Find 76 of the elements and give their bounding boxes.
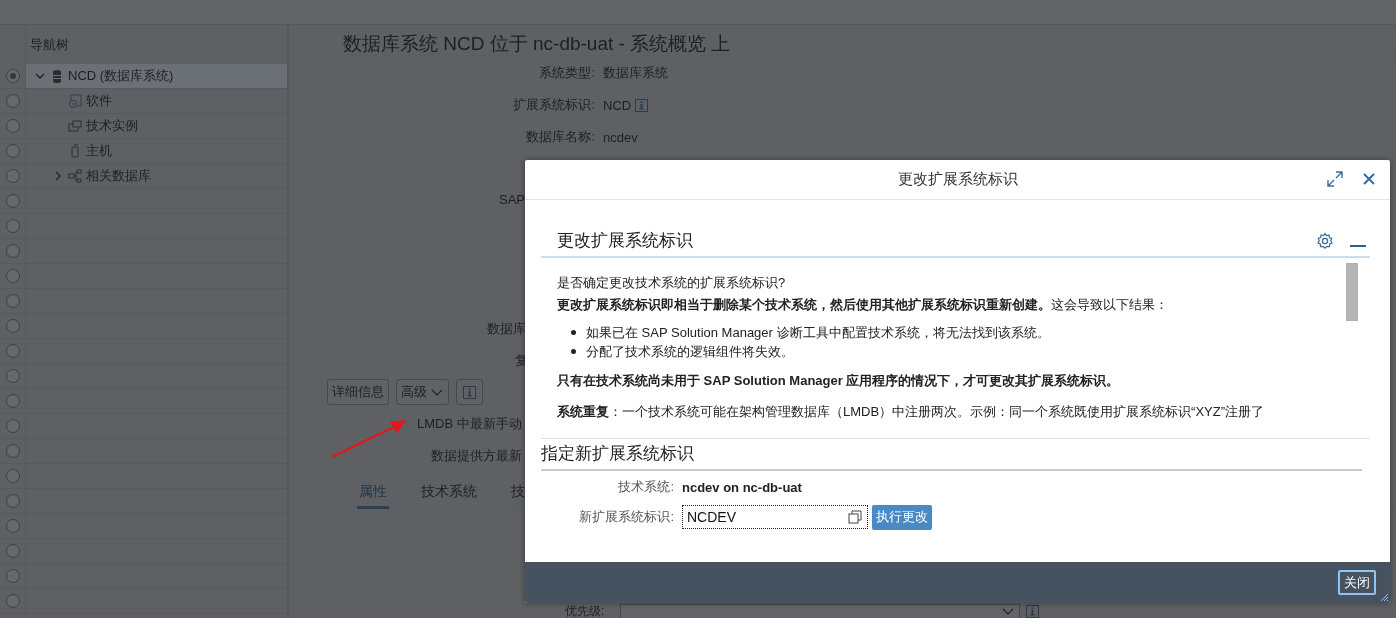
field-label: 数据提供方最新 (431, 447, 522, 465)
paragraph: 是否确定更改技术系统的扩展系统标识? (557, 274, 787, 292)
tree-header: 导航树 (30, 35, 69, 54)
radio-button[interactable] (5, 569, 20, 583)
caret-icon (1001, 606, 1015, 617)
radio-button[interactable] (5, 394, 20, 408)
field-value: NCD (603, 97, 632, 113)
caret-icon (430, 387, 444, 397)
field-label: 系统类型: (538, 64, 596, 82)
radio-button[interactable] (5, 494, 20, 508)
dialog-title: 更改扩展系统标识 (897, 170, 1018, 189)
info-icon (463, 385, 476, 399)
section-title: 指定新扩展系统标识 (541, 439, 1362, 471)
radio-button[interactable] (5, 544, 20, 558)
bullet-icon (571, 330, 576, 335)
field-label: 数据库 (487, 320, 526, 338)
radio-button[interactable] (5, 269, 20, 283)
close-button[interactable]: 关闭 (1338, 570, 1376, 595)
radio-button[interactable] (5, 444, 20, 458)
field-label: 优先级: (565, 604, 606, 618)
info-icon (1026, 604, 1039, 618)
tab[interactable]: 技术系统 (419, 478, 479, 509)
field-label: SAP (499, 191, 525, 207)
tab[interactable]: 技 (509, 478, 527, 509)
disc-window-icon (68, 94, 82, 108)
radio-button[interactable] (5, 119, 20, 133)
radio-button[interactable] (5, 469, 20, 483)
radio-button[interactable] (5, 169, 20, 183)
radio-button[interactable] (5, 94, 20, 108)
field-label: 扩展系统标识: (512, 96, 596, 114)
field-label: 数据库名称: (525, 128, 596, 146)
radio-button[interactable] (5, 144, 20, 158)
radio-button[interactable] (5, 244, 20, 258)
field-label: LMDB 中最新手动 (417, 415, 522, 433)
input-field[interactable]: NCDEV (682, 505, 868, 529)
radio-button[interactable] (5, 344, 20, 358)
radio-button[interactable] (5, 69, 20, 83)
radio-button[interactable] (5, 319, 20, 333)
server-windows-icon (68, 119, 82, 133)
field-value: 数据库系统 (603, 64, 668, 82)
copy-icon (848, 510, 862, 524)
paragraph: 系统重复：一个技术系统可能在架构管理数据库（LMDB）中注册两次。示例：同一个系统既使用扩展系统标识“XYZ”注册了 (557, 403, 1266, 421)
radio-button[interactable] (5, 369, 20, 383)
radio-button[interactable] (5, 419, 20, 433)
field-value: ncdev (603, 129, 638, 145)
resize-grip-icon (1379, 592, 1389, 602)
radio-button[interactable] (5, 219, 20, 233)
device-icon (68, 144, 82, 158)
radio-button[interactable] (5, 594, 20, 608)
paragraph: 更改扩展系统标识即相当于删除某个技术系统，然后使用其他扩展系统标识重新创建。这会导致以下结果： (557, 296, 1169, 314)
tree-item[interactable]: 软件 (86, 92, 112, 110)
tree-item[interactable]: 技术实例 (86, 117, 138, 135)
advanced-menu-button[interactable]: 高级 (396, 379, 449, 405)
page-title: 数据库系统 NCD 位于 nc-db-uat - 系统概览 上 (327, 25, 1396, 57)
execute-change-button[interactable]: 执行更改 (872, 504, 932, 530)
field-value: ncdev on nc-db-uat (682, 479, 802, 495)
linked-nodes-icon (68, 169, 82, 183)
tree-item[interactable]: 主机 (86, 142, 112, 160)
paragraph: 只有在技术系统尚未用于 SAP Solution Manager 应用程序的情况下，才可更改其扩展系统标识。 (557, 372, 1121, 390)
dropdown-field[interactable] (620, 604, 1020, 618)
scrollbar-thumb[interactable] (1346, 263, 1358, 321)
database-icon (50, 69, 64, 83)
settings-icon[interactable] (1316, 232, 1334, 250)
field-label: 技术系统: (617, 478, 675, 496)
radio-button[interactable] (5, 519, 20, 533)
field-label: 新扩展系统标识: (578, 508, 675, 526)
radio-button[interactable] (5, 294, 20, 308)
expand-icon[interactable] (1326, 170, 1344, 188)
bullet-icon (571, 349, 576, 354)
list-item: 如果已在 SAP Solution Manager 诊断工具中配置技术系统，将无法找到该系统。 (586, 324, 1050, 342)
details-button[interactable]: 详细信息 (327, 379, 389, 405)
tree-item[interactable]: 相关数据库 (86, 167, 151, 185)
info-button[interactable] (456, 379, 483, 405)
list-item: 分配了技术系统的逻辑组件将失效。 (586, 343, 794, 361)
section-title: 更改扩展系统标识 (557, 230, 694, 252)
radio-button[interactable] (5, 194, 20, 208)
